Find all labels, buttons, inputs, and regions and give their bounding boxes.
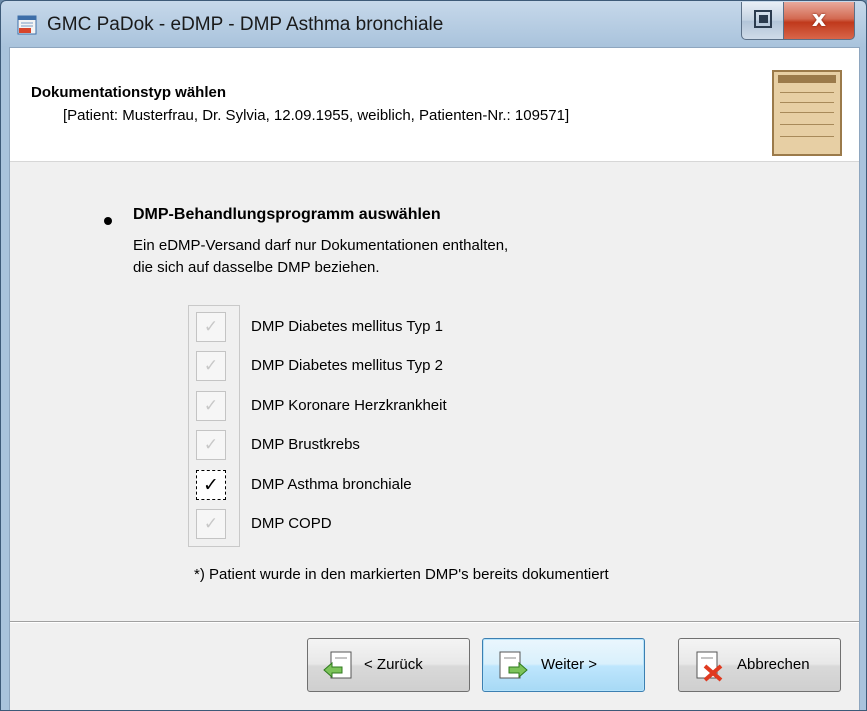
label-copd: DMP COPD [251, 515, 332, 532]
label-diabetes-typ-2: DMP Diabetes mellitus Typ 2 [251, 357, 444, 374]
arrow-right-icon [499, 651, 528, 679]
description-line-2: die sich auf dasselbe DMP beziehen. [133, 259, 380, 276]
checkbox-diabetes-typ-2[interactable]: ✓ [196, 351, 226, 381]
section-description: Ein eDMP-Versand darf nur Dokumentatione… [133, 235, 508, 279]
close-icon: x [811, 7, 827, 32]
window-title: GMC PaDok - eDMP - DMP Asthma bronchiale [47, 14, 444, 35]
form-document-icon [772, 70, 842, 156]
bullet-icon [104, 217, 112, 225]
label-koronare-herzkrankheit: DMP Koronare Herzkrankheit [251, 397, 447, 414]
label-brustkrebs: DMP Brustkrebs [251, 436, 360, 453]
description-line-1: Ein eDMP-Versand darf nur Dokumentatione… [133, 237, 509, 254]
resize-grip [1, 151, 9, 171]
checkbox-copd[interactable]: ✓ [196, 509, 226, 539]
dialog-client-area: Dokumentationstyp wählen [Patient: Muste… [9, 47, 860, 710]
close-button[interactable]: x [783, 2, 855, 40]
back-label: < Zurück [364, 656, 423, 673]
restore-button[interactable] [741, 2, 784, 40]
cancel-label: Abbrechen [737, 656, 810, 673]
checkbox-koronare-herzkrankheit[interactable]: ✓ [196, 391, 226, 421]
patient-info: [Patient: Musterfrau, Dr. Sylvia, 12.09.… [63, 107, 570, 124]
edmp-app-icon [17, 15, 37, 35]
back-button[interactable]: < Zurück [307, 638, 470, 692]
next-label: Weiter > [541, 656, 597, 673]
restore-icon [754, 10, 772, 28]
checkbox-brustkrebs[interactable]: ✓ [196, 430, 226, 460]
checkbox-asthma-bronchiale[interactable]: ✓ [196, 470, 226, 500]
dialog-window: GMC PaDok - eDMP - DMP Asthma bronchiale… [0, 0, 867, 711]
checkbox-diabetes-typ-1[interactable]: ✓ [196, 312, 226, 342]
page-title: Dokumentationstyp wählen [31, 84, 227, 101]
next-button[interactable]: Weiter > [482, 638, 645, 692]
dialog-header: Dokumentationstyp wählen [Patient: Muste… [10, 48, 859, 162]
arrow-left-icon [323, 651, 352, 679]
label-asthma-bronchiale: DMP Asthma bronchiale [251, 476, 412, 493]
divider [10, 621, 859, 623]
title-bar[interactable]: GMC PaDok - eDMP - DMP Asthma bronchiale… [1, 1, 866, 47]
section-title: DMP-Behandlungsprogramm auswählen [133, 206, 441, 223]
cancel-button[interactable]: Abbrechen [678, 638, 841, 692]
label-diabetes-typ-1: DMP Diabetes mellitus Typ 1 [251, 318, 444, 335]
cancel-document-icon [696, 651, 723, 682]
footnote: *) Patient wurde in den markierten DMP's… [194, 566, 609, 583]
